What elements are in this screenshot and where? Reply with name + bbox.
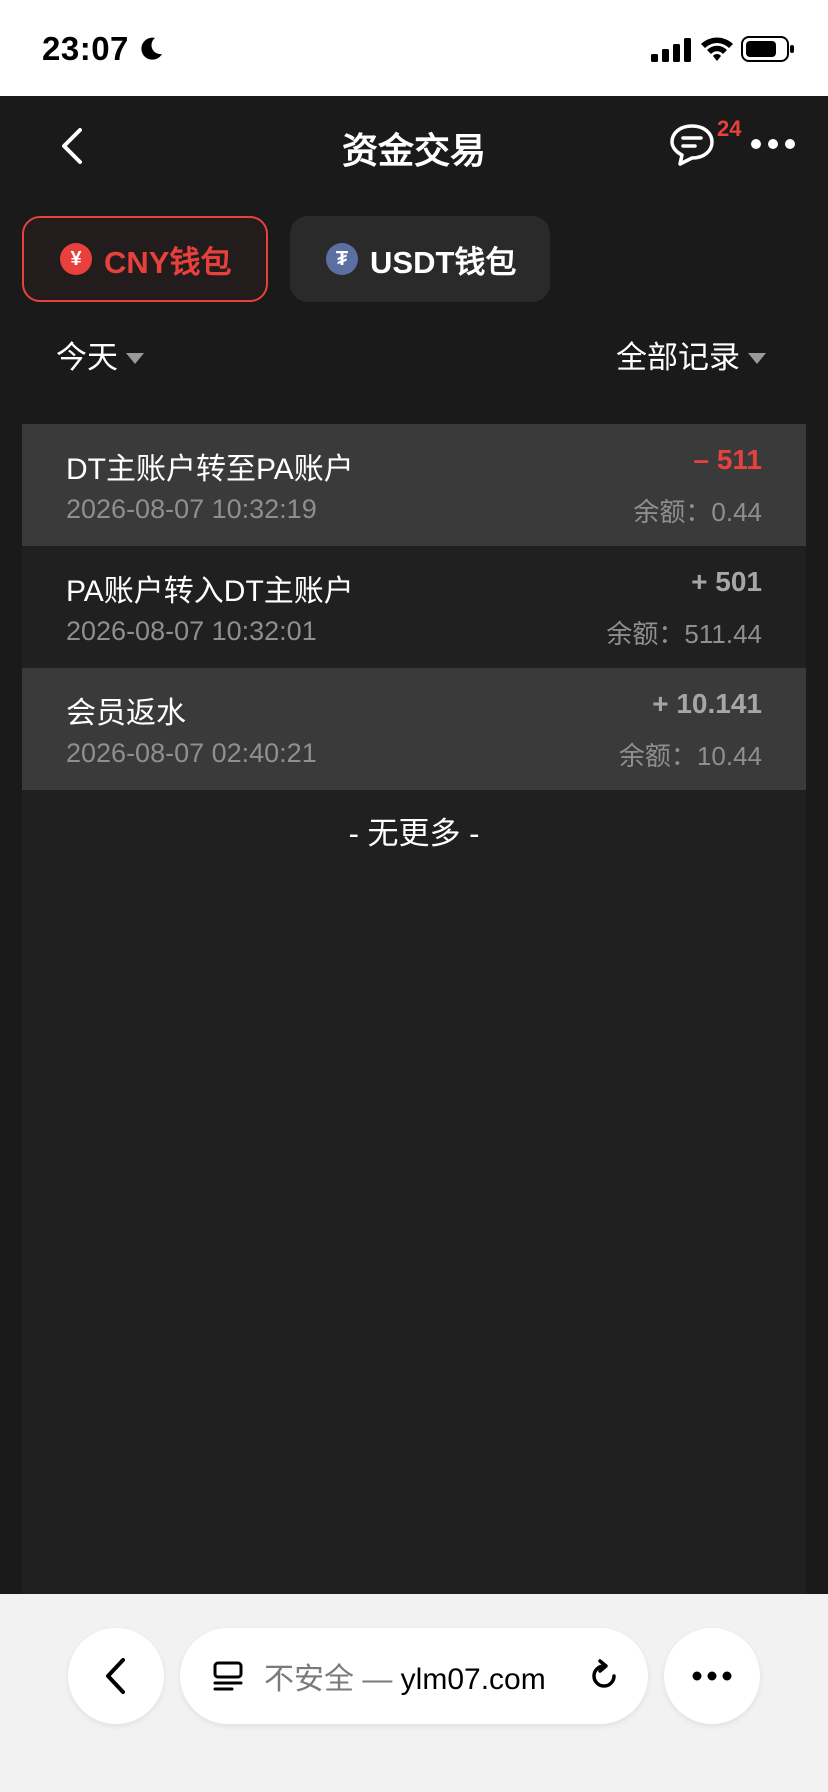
caret-down-icon [126, 353, 144, 364]
transaction-list: DT主账户转至PA账户 2026-08-07 10:32:19 – 511 余额… [22, 424, 806, 1594]
message-badge: 24 [717, 116, 742, 141]
transaction-title: DT主账户转至PA账户 [66, 453, 354, 486]
status-time: 23:07 [42, 30, 129, 67]
cellular-signal-icon [651, 38, 691, 62]
reload-icon[interactable] [586, 1658, 622, 1694]
transaction-balance: 余额：511.44 [606, 619, 762, 649]
transaction-title: 会员返水 [66, 697, 186, 730]
battery-icon [741, 36, 794, 62]
transaction-balance: 余额：10.44 [618, 741, 762, 771]
record-type-dropdown[interactable]: 全部记录 [616, 332, 766, 377]
browser-back-button[interactable] [68, 1628, 164, 1724]
browser-more-button[interactable] [664, 1628, 760, 1724]
status-bar: 23:07 [0, 0, 828, 96]
more-icon [692, 1671, 732, 1681]
browser-toolbar: 不安全 — ylm07.com [0, 1594, 828, 1792]
tab-cny-wallet-label: CNY钱包 [104, 244, 232, 280]
app-header: 资金交易 24 [0, 96, 828, 196]
transaction-balance: 余额：0.44 [633, 497, 762, 527]
more-icon[interactable] [750, 136, 796, 152]
list-item[interactable]: DT主账户转至PA账户 2026-08-07 10:32:19 – 511 余额… [22, 424, 806, 546]
date-filter-dropdown[interactable]: 今天 [56, 332, 144, 377]
moon-icon [141, 37, 162, 60]
url-separator: — [354, 1663, 401, 1696]
tab-cny-wallet[interactable]: ¥ CNY钱包 [22, 216, 268, 302]
transaction-time: 2026-08-07 10:32:01 [66, 616, 317, 646]
transaction-amount: + 10.141 [652, 688, 762, 719]
tab-usdt-wallet-label: USDT钱包 [370, 244, 517, 280]
insecure-label: 不安全 [264, 1663, 354, 1696]
transaction-time: 2026-08-07 10:32:19 [66, 494, 317, 524]
tether-coin-icon: ₮ [326, 243, 358, 275]
record-type-label: 全部记录 [616, 340, 740, 375]
transaction-time: 2026-08-07 02:40:21 [66, 738, 317, 768]
yuan-coin-icon: ¥ [60, 243, 92, 275]
transaction-amount: + 501 [691, 566, 762, 597]
caret-down-icon [748, 353, 766, 364]
list-item[interactable]: 会员返水 2026-08-07 02:40:21 + 10.141 余额：10.… [22, 668, 806, 790]
tab-usdt-wallet[interactable]: ₮ USDT钱包 [290, 216, 550, 302]
list-end-indicator: - 无更多 - [348, 816, 480, 851]
url-text: 不安全 — ylm07.com [264, 1654, 546, 1698]
chevron-left-icon [106, 1658, 125, 1694]
wifi-icon [701, 37, 733, 61]
page-menu-icon[interactable] [212, 1660, 244, 1692]
date-filter-label: 今天 [56, 340, 118, 375]
transaction-title: PA账户转入DT主账户 [66, 575, 354, 608]
address-bar[interactable]: 不安全 — ylm07.com [180, 1628, 648, 1724]
message-icon[interactable] [668, 122, 716, 168]
transaction-amount: – 511 [693, 444, 762, 475]
list-item[interactable]: PA账户转入DT主账户 2026-08-07 10:32:01 + 501 余额… [22, 546, 806, 668]
url-domain: ylm07.com [400, 1663, 546, 1696]
